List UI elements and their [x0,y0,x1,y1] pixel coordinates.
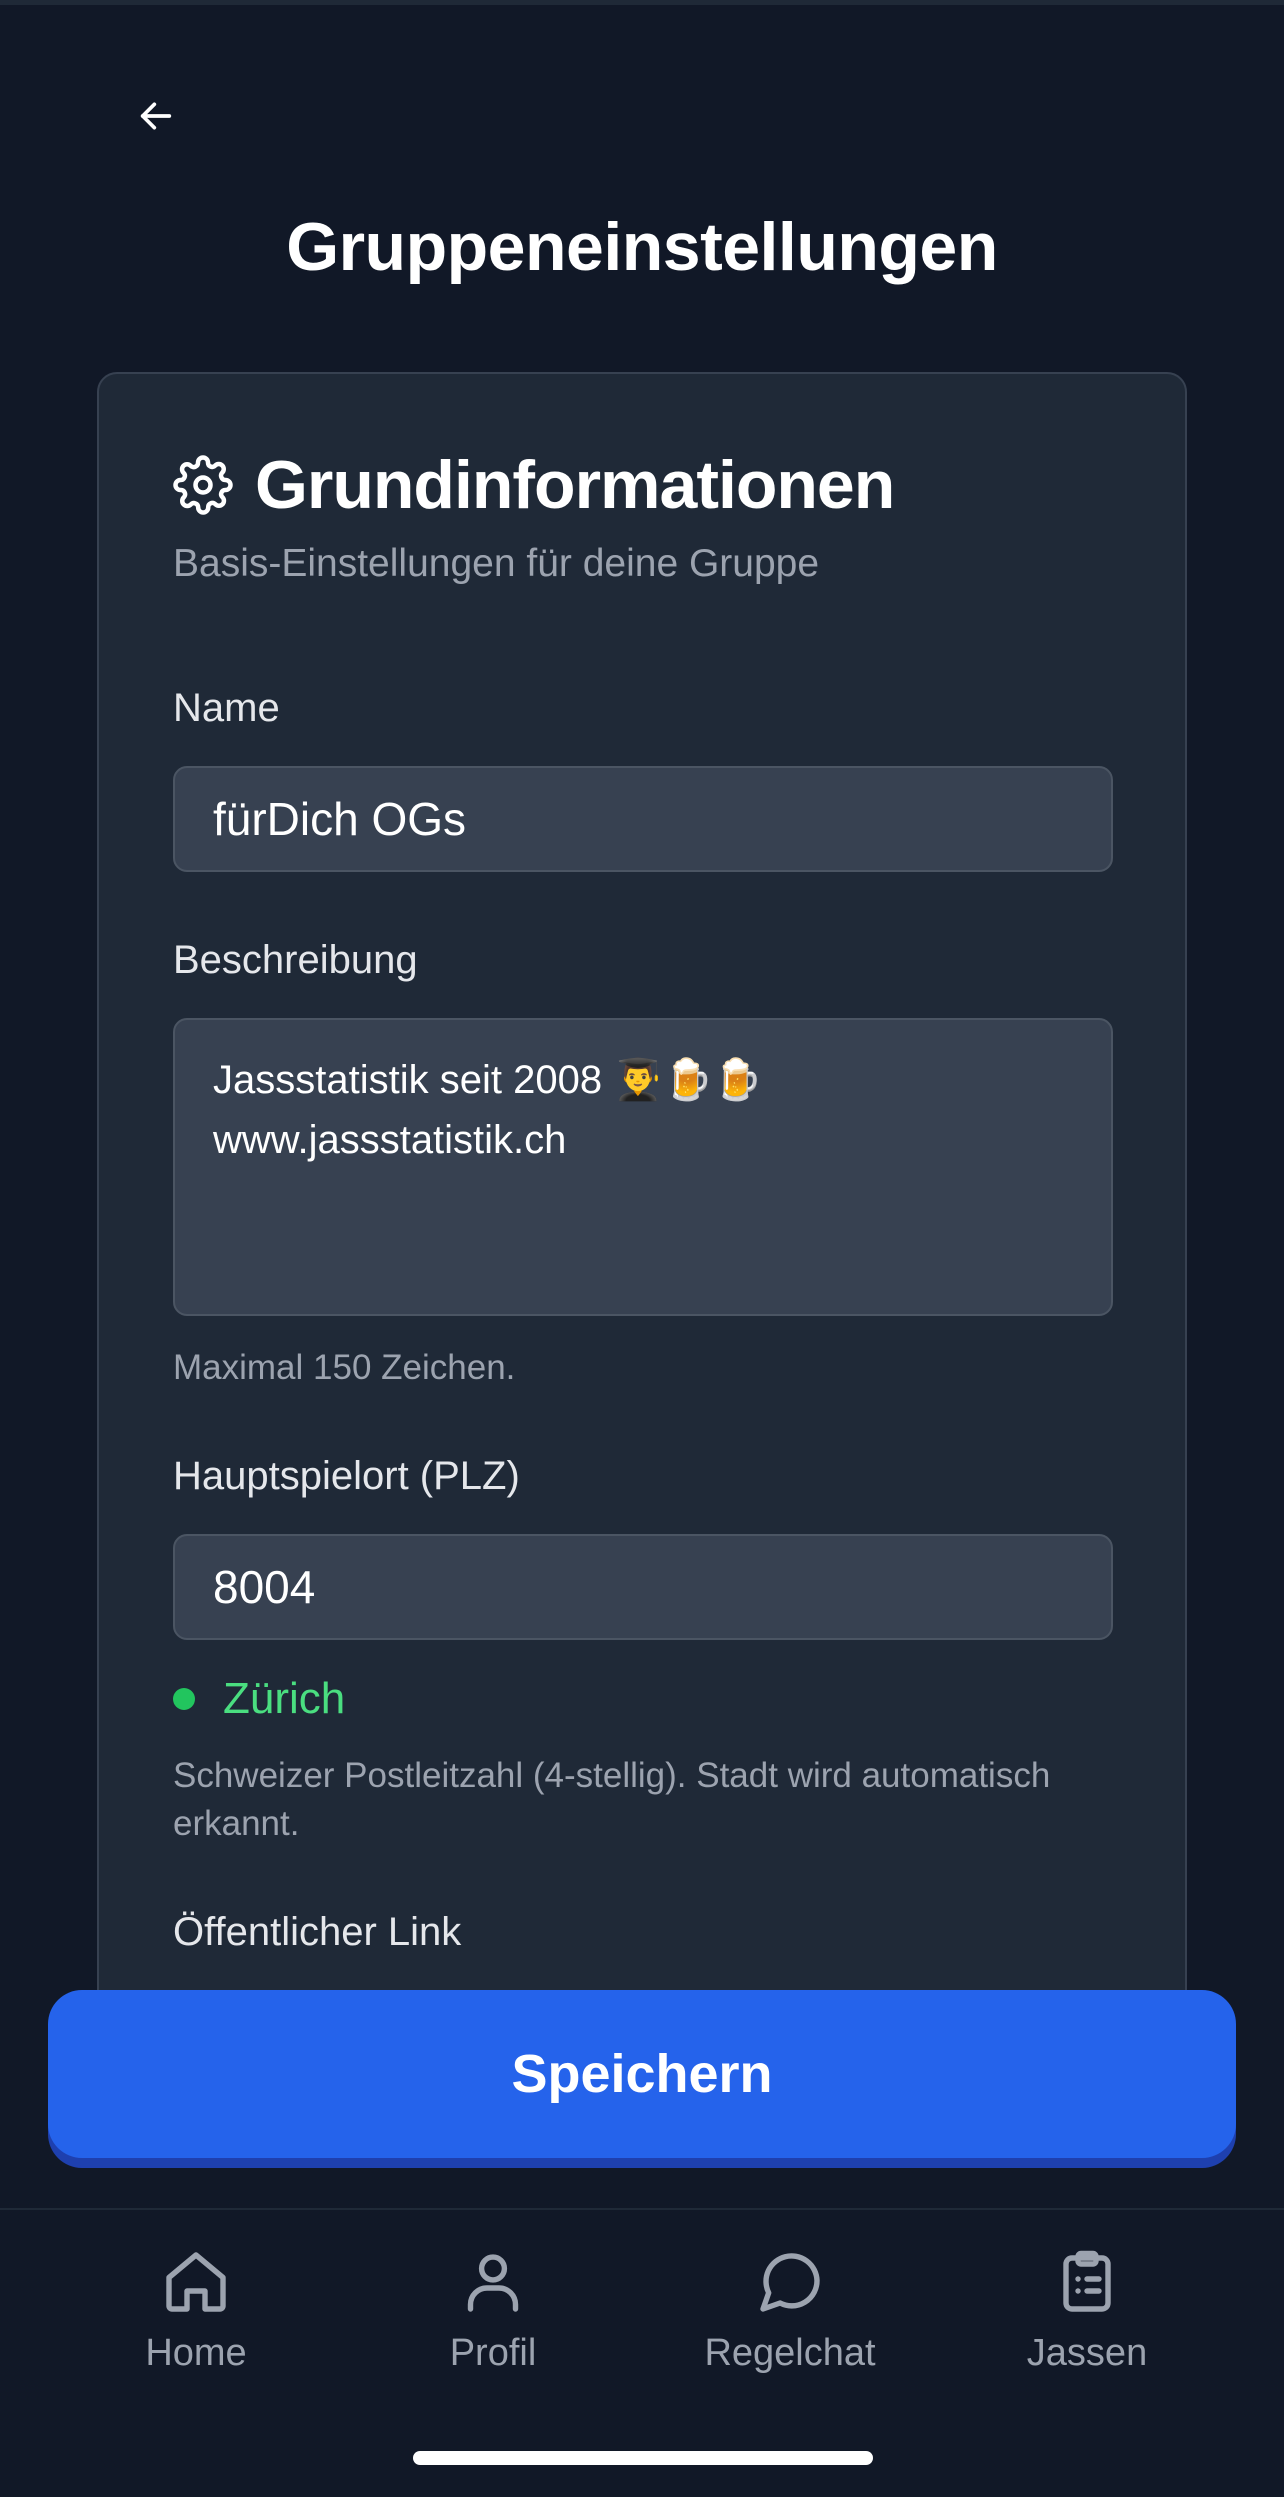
card-subtitle: Basis-Einstellungen für deine Gruppe [173,542,820,585]
basic-info-card: Grundinformationen Basis-Einstellungen f… [97,372,1187,2052]
plz-input[interactable]: 8004 [173,1534,1113,1640]
card-title: Grundinformationen [255,447,895,523]
tab-regelchat-label: Regelchat [704,2332,876,2374]
tab-jassen[interactable]: Jassen [957,2246,1217,2375]
name-input[interactable]: fürDich OGs [173,766,1113,872]
description-label: Beschreibung [173,938,418,982]
description-help-text: Maximal 150 Zeichen. [173,1348,516,1387]
tab-home-label: Home [145,2332,247,2374]
save-button[interactable]: Speichern [48,1990,1236,2158]
public-link-label: Öffentlicher Link [173,1910,462,1954]
page-title: Gruppeneinstellungen [286,209,998,285]
user-icon [467,2254,519,2312]
tab-jassen-label: Jassen [1026,2332,1148,2374]
plz-help-text: Schweizer Postleitzahl (4-stellig). Stad… [173,1756,1051,1843]
tab-regelchat[interactable]: Regelchat [660,2246,920,2375]
plz-city-status: Zürich [173,1674,345,1724]
tab-profil-label: Profil [449,2332,537,2374]
description-textarea[interactable]: Jassstatistik seit 2008 👨‍🎓🍺🍺 www.jassst… [173,1018,1113,1316]
back-button[interactable] [126,86,186,146]
plz-city-name: Zürich [223,1674,346,1723]
chat-bubble-icon [760,2253,820,2312]
status-dot [173,1688,195,1710]
clipboard-icon [1063,2250,1111,2312]
home-icon [166,2252,226,2312]
plz-label: Hauptspielort (PLZ) [173,1454,520,1498]
top-border [0,0,1284,5]
arrow-left-icon [140,102,172,130]
name-label: Name [173,686,280,730]
tab-profil[interactable]: Profil [363,2246,623,2375]
tab-home[interactable]: Home [66,2246,326,2375]
home-indicator [413,2451,873,2465]
gear-icon [173,455,233,515]
card-header: Grundinformationen [173,446,895,524]
